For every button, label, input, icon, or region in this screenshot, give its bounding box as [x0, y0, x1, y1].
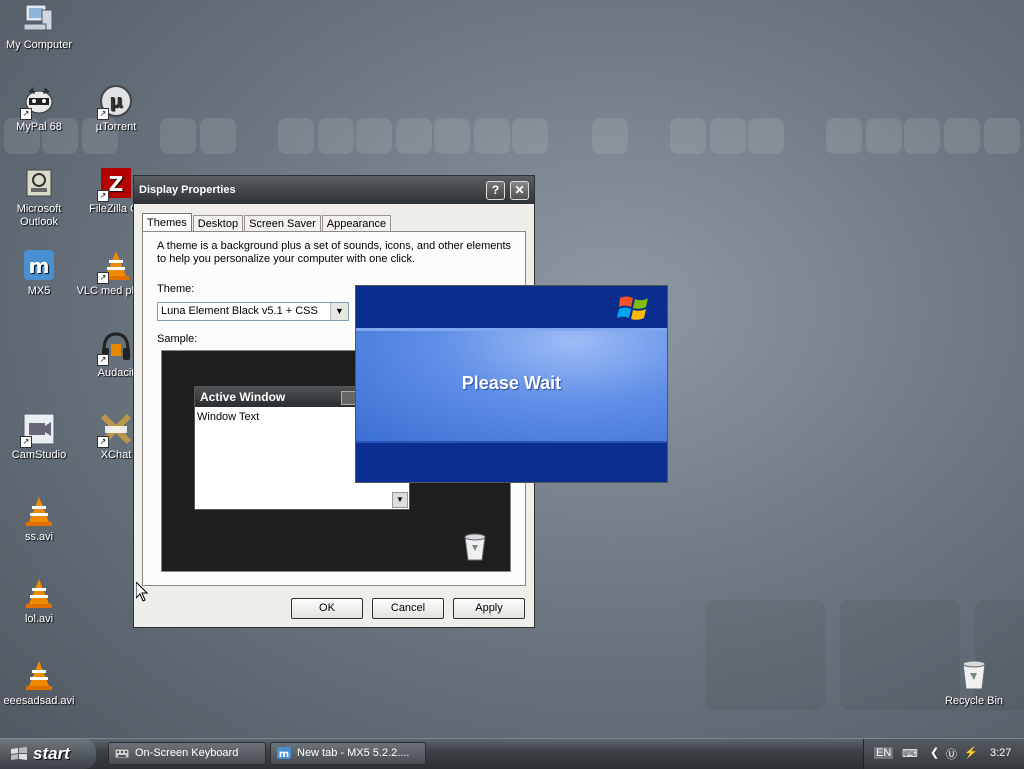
recycle-bin-icon [957, 658, 991, 692]
close-button[interactable]: ✕ [510, 181, 529, 200]
please-wait-message: Please Wait [461, 373, 562, 393]
mx5-browser-icon: m [277, 747, 291, 759]
network-tray-icon[interactable]: ⚡ [964, 746, 978, 759]
splash-divider [356, 441, 667, 443]
shortcut-arrow-icon: ↗ [20, 436, 32, 448]
recycle-bin-icon [462, 533, 488, 561]
chevron-down-icon[interactable]: ▼ [330, 303, 348, 320]
camstudio-icon: ↗ [20, 412, 56, 448]
shortcut-arrow-icon: ↗ [97, 354, 109, 366]
sample-label: Sample: [157, 333, 198, 345]
audacity-headphones-icon: ↗ [97, 330, 133, 366]
ok-button[interactable]: OK [291, 598, 363, 619]
tab-appearance[interactable]: Appearance [321, 215, 392, 232]
sample-window-title-text: Active Window [200, 390, 286, 404]
desktop-icon-outlook[interactable]: Microsoft Outlook [0, 166, 81, 229]
svg-text:m: m [29, 254, 50, 278]
vlc-cone-icon [22, 576, 56, 610]
theme-label: Theme: [157, 283, 195, 295]
shortcut-arrow-icon: ↗ [97, 272, 109, 284]
desktop-icon-label: ss.avi [24, 531, 54, 543]
shortcut-arrow-icon: ↗ [97, 108, 109, 120]
keyboard-icon [115, 748, 129, 759]
utorrent-icon: µ ↗ [97, 84, 133, 120]
apply-button[interactable]: Apply [453, 598, 525, 619]
computer-icon [22, 2, 56, 36]
desktop-icon-label: Microsoft Outlook [16, 203, 62, 228]
desktop-icon-mx5[interactable]: m MX5 [0, 248, 81, 298]
shortcut-arrow-icon: ↗ [97, 436, 109, 448]
start-label: start [33, 744, 70, 763]
mx5-browser-icon: m [22, 248, 56, 282]
dialog-title: Display Properties [139, 184, 236, 196]
desktop-icon-label: µTorrent [95, 121, 137, 133]
shortcut-arrow-icon: ↗ [20, 108, 32, 120]
tab-desktop[interactable]: Desktop [192, 215, 244, 232]
utorrent-tray-icon[interactable]: Ⓤ [946, 746, 957, 762]
desktop-icon-label: eeesadsad.avi [3, 695, 75, 707]
windows-logo-icon [11, 747, 27, 760]
system-tray: EN ⌨ ❮ Ⓤ ⚡ 3:27 [863, 739, 1024, 769]
clock[interactable]: 3:27 [990, 747, 1011, 759]
keyboard-tray-icon[interactable]: ⌨ [902, 747, 918, 760]
taskbar-item-mx5[interactable]: m New tab - MX5 5.2.2.... [270, 742, 426, 765]
desktop-icon-recycle-bin[interactable]: Recycle Bin [932, 658, 1016, 708]
dialog-tabs: Themes Desktop Screen Saver Appearance [142, 213, 392, 232]
taskbar-item-on-screen-keyboard[interactable]: On-Screen Keyboard [108, 742, 266, 765]
outlook-icon [22, 166, 56, 200]
xchat-icon: ↗ [97, 412, 133, 448]
windows-logo-icon [617, 292, 653, 324]
taskbar-item-label: New tab - MX5 5.2.2.... [297, 747, 410, 759]
cancel-button[interactable]: Cancel [372, 598, 444, 619]
vlc-cone-icon [22, 658, 56, 692]
chevron-left-icon[interactable]: ❮ [930, 746, 939, 759]
desktop-icon-ss-avi[interactable]: ss.avi [0, 494, 81, 544]
mouse-cursor-icon [135, 580, 149, 602]
please-wait-splash: Please Wait [355, 285, 668, 483]
svg-text:Z: Z [109, 172, 124, 196]
raccoon-browser-icon: ↗ [20, 84, 56, 120]
desktop-icon-my-computer[interactable]: My Computer [0, 2, 81, 52]
shortcut-arrow-icon: ↗ [97, 190, 109, 202]
desktop-icon-mypal[interactable]: ↗ MyPal 68 [0, 84, 81, 134]
help-button[interactable]: ? [486, 181, 505, 200]
close-icon: ✕ [514, 183, 525, 197]
svg-text:m: m [279, 749, 289, 759]
desktop-icon-label: My Computer [5, 39, 73, 51]
tab-screen-saver[interactable]: Screen Saver [244, 215, 321, 232]
filezilla-icon: Z ↗ [97, 166, 133, 202]
theme-select-value: Luna Element Black v5.1 + CSS [161, 305, 318, 317]
tab-themes[interactable]: Themes [142, 213, 192, 232]
vlc-cone-icon: ↗ [97, 248, 133, 284]
desktop-icon-label: lol.avi [24, 613, 54, 625]
desktop-icon-utorrent[interactable]: µ ↗ µTorrent [74, 84, 158, 134]
theme-description: A theme is a background plus a set of so… [157, 240, 512, 265]
desktop-icon-eeesadsad-avi[interactable]: eeesadsad.avi [0, 658, 81, 708]
desktop-icon-camstudio[interactable]: ↗ CamStudio [0, 412, 81, 462]
taskbar: start On-Screen Keyboard m New tab - MX5… [0, 738, 1024, 769]
desktop-icon-label: Recycle Bin [944, 695, 1004, 707]
taskbar-item-label: On-Screen Keyboard [135, 747, 239, 759]
desktop-icon-label: MyPal 68 [16, 121, 62, 133]
scroll-down-icon: ▼ [392, 492, 408, 508]
desktop-icon-label: MX5 [27, 285, 51, 297]
vlc-cone-icon [22, 494, 56, 528]
desktop-icon-label: CamStudio [11, 449, 67, 461]
dialog-title-bar[interactable]: Display Properties ? ✕ [134, 176, 534, 204]
svg-text:µ: µ [109, 91, 122, 112]
language-indicator[interactable]: EN [874, 747, 894, 759]
desktop-icon-lol-avi[interactable]: lol.avi [0, 576, 81, 626]
theme-select[interactable]: Luna Element Black v5.1 + CSS ▼ [157, 302, 349, 321]
start-button[interactable]: start [0, 739, 96, 769]
question-icon: ? [491, 183, 500, 197]
